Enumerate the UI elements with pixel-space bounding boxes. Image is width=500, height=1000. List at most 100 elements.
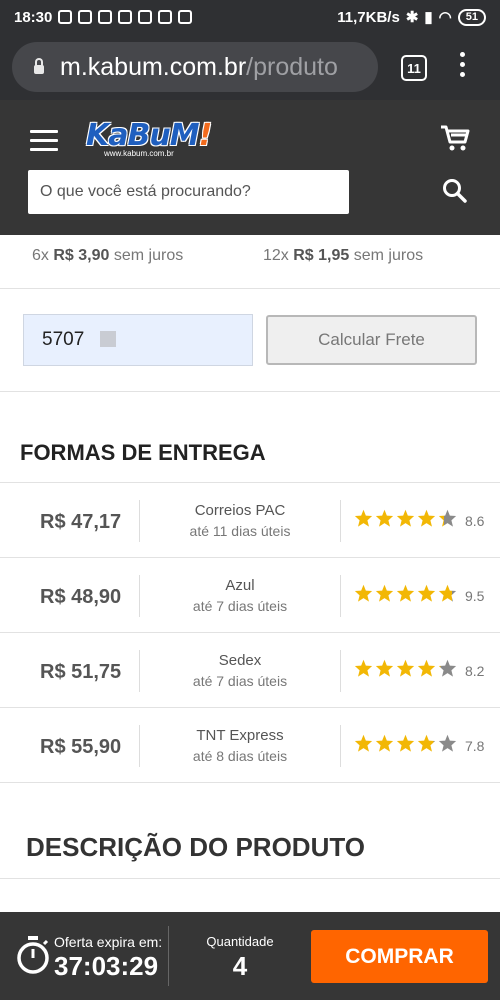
carrier-info: Correios PAC até 11 dias úteis <box>140 502 340 539</box>
star-icon <box>354 584 373 607</box>
star-icon <box>417 509 436 532</box>
divider <box>0 878 500 879</box>
installments-row: 6x R$ 3,90 sem juros 12x R$ 1,95 sem jur… <box>0 236 500 289</box>
star-icon <box>396 584 415 607</box>
carrier-name: TNT Express <box>196 727 284 744</box>
quantity-value[interactable]: 4 <box>190 951 290 982</box>
shipping-calculator: Calcular Frete <box>0 289 500 392</box>
delivery-deadline: até 11 dias úteis <box>189 523 291 539</box>
tabs-button[interactable]: 11 <box>401 55 427 81</box>
rating: 7.8 <box>354 734 484 757</box>
shipping-price: R$ 51,75 <box>40 661 122 683</box>
star-icon <box>396 734 415 757</box>
divider <box>340 575 341 617</box>
offer-label: Oferta expira em: <box>54 934 163 950</box>
star-icon <box>375 509 394 532</box>
divider <box>340 650 341 692</box>
instagram-icon <box>158 10 173 24</box>
url-host: m.kabum.com.br <box>60 52 247 81</box>
wifi-icon: ◠ <box>438 9 452 26</box>
cep-input[interactable] <box>23 314 253 366</box>
star-icon <box>417 584 436 607</box>
shipping-option-row[interactable]: R$ 48,90 Azul até 7 dias úteis 9.5 <box>0 558 500 633</box>
url-text: m.kabum.com.br/produto <box>60 53 338 82</box>
delivery-deadline: até 7 dias úteis <box>192 673 288 689</box>
bottom-purchase-bar: Oferta expira em: 37:03:29 Quantidade 4 … <box>0 912 500 1000</box>
stopwatch-icon <box>15 935 51 980</box>
star-icon <box>396 509 415 532</box>
rating: 8.2 <box>354 659 484 682</box>
buy-button[interactable]: COMPRAR <box>311 930 488 983</box>
divider <box>340 725 341 767</box>
star-icon <box>375 659 394 682</box>
shipping-price: R$ 47,17 <box>40 511 122 533</box>
star-icon <box>354 734 373 757</box>
star-icon <box>354 659 373 682</box>
calculate-shipping-button[interactable]: Calcular Frete <box>266 315 477 365</box>
shipping-option-row[interactable]: R$ 47,17 Correios PAC até 11 dias úteis 8.6 <box>0 483 500 558</box>
status-bar-right: 11,7KB/s ✱ ▮ ◠ 51 <box>337 8 486 26</box>
instagram-icon <box>78 10 93 24</box>
battery-icon: 51 <box>457 8 486 26</box>
star-icon <box>438 509 457 532</box>
cep-redacted-block <box>100 331 116 347</box>
menu-icon[interactable] <box>30 130 58 151</box>
notification-icon <box>138 10 153 24</box>
browser-toolbar: m.kabum.com.br/produto 11 <box>0 34 500 100</box>
bluetooth-icon: ✱ <box>405 9 419 26</box>
star-icon <box>396 659 415 682</box>
installment-option: 6x R$ 3,90 sem juros <box>32 247 184 264</box>
star-icon <box>375 734 394 757</box>
delivery-deadline: até 8 dias úteis <box>192 748 288 764</box>
signal-icon: ▮ <box>424 9 433 26</box>
star-icon <box>438 734 457 757</box>
rating-score: 7.8 <box>465 737 485 754</box>
search-input[interactable] <box>28 170 349 214</box>
shipping-options-title: FORMAS DE ENTREGA <box>20 440 266 465</box>
gallery-icon <box>178 10 193 24</box>
rating: 9.5 <box>354 584 484 607</box>
installment-option: 12x R$ 1,95 sem juros <box>263 247 424 264</box>
notification-icon <box>58 10 73 24</box>
star-icon <box>417 734 436 757</box>
carrier-info: Azul até 7 dias úteis <box>140 577 340 614</box>
divider <box>168 926 169 986</box>
kabum-logo[interactable]: KaBuM! www.kabum.com.br <box>86 118 212 158</box>
star-icon <box>417 659 436 682</box>
delivery-deadline: até 7 dias úteis <box>192 598 288 614</box>
carrier-info: TNT Express até 8 dias úteis <box>140 727 340 764</box>
shipping-option-row[interactable]: R$ 55,90 TNT Express até 8 dias úteis 7.8 <box>0 708 500 783</box>
shipping-price: R$ 55,90 <box>40 736 122 758</box>
status-bar-left: 18:30 <box>14 8 193 26</box>
site-header: KaBuM! www.kabum.com.br <box>0 100 500 235</box>
url-path: /produto <box>246 52 338 81</box>
carrier-name: Correios PAC <box>194 502 286 519</box>
star-icon <box>375 584 394 607</box>
carrier-info: Sedex até 7 dias úteis <box>140 652 340 689</box>
carrier-name: Azul <box>225 577 255 594</box>
quantity-label: Quantidade <box>206 934 274 949</box>
shipping-price: R$ 48,90 <box>40 586 122 608</box>
rating-score: 8.2 <box>465 662 485 679</box>
rating: 8.6 <box>354 509 484 532</box>
star-icon <box>438 659 457 682</box>
offer-timer: 37:03:29 <box>54 951 159 981</box>
more-options-icon[interactable] <box>460 52 466 77</box>
shipping-option-row[interactable]: R$ 51,75 Sedex até 7 dias úteis 8.2 <box>0 633 500 708</box>
carrier-name: Sedex <box>218 652 262 669</box>
product-description-title: DESCRIÇÃO DO PRODUTO <box>26 832 365 862</box>
search-icon[interactable] <box>442 178 468 209</box>
lock-icon <box>34 57 44 74</box>
status-time: 18:30 <box>14 8 53 26</box>
address-bar[interactable]: m.kabum.com.br/produto <box>12 42 378 92</box>
status-bar: 18:30 11,7KB/s ✱ ▮ ◠ 51 <box>0 0 500 34</box>
s-app-icon <box>118 10 133 24</box>
network-speed: 11,7KB/s <box>337 8 400 26</box>
divider <box>340 500 341 542</box>
star-icon <box>354 509 373 532</box>
app-icon <box>98 10 113 24</box>
cart-icon[interactable] <box>440 124 470 157</box>
shipping-options-list: R$ 47,17 Correios PAC até 11 dias úteis 8.6… <box>0 482 500 783</box>
star-icon <box>438 584 457 607</box>
rating-score: 8.6 <box>465 512 485 529</box>
